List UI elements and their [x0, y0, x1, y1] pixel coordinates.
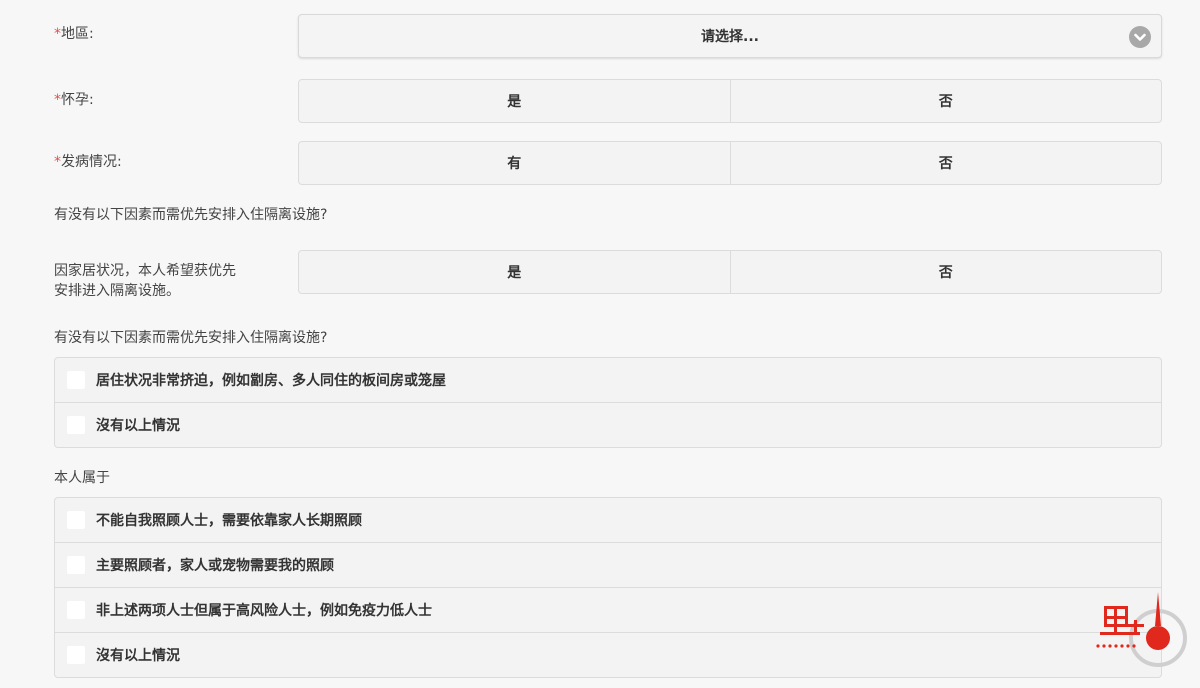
region-label: *地區: [54, 26, 94, 42]
checkbox[interactable] [67, 646, 85, 664]
self-caregiver-option[interactable]: 主要照顾者，家人或宠物需要我的照顾 [55, 542, 1161, 587]
symptoms-yes-option[interactable]: 有 [299, 142, 730, 184]
checkbox[interactable] [67, 556, 85, 574]
housing-crowded-option[interactable]: 居住状况非常挤迫，例如劏房、多人同住的板间房或笼屋 [55, 358, 1161, 402]
home-situation-label: 因家居状况，本人希望获优先 安排进入隔离设施。 [54, 263, 236, 299]
self-none-option[interactable]: 沒有以上情況 [55, 632, 1161, 677]
self-dependent-option[interactable]: 不能自我照顾人士，需要依靠家人长期照顾 [55, 498, 1161, 542]
self-high-risk-option[interactable]: 非上述两项人士但属于高风险人士，例如免疫力低人士 [55, 587, 1161, 632]
symptoms-toggle: 有 否 [298, 141, 1162, 185]
housing-none-option[interactable]: 沒有以上情況 [55, 402, 1161, 447]
pregnant-label: *怀孕: [54, 92, 94, 108]
pregnant-no-option[interactable]: 否 [729, 80, 1162, 122]
checkbox[interactable] [67, 601, 85, 619]
priority-question-2: 有没有以下因素而需优先安排入住隔离设施? [54, 330, 328, 346]
checkbox[interactable] [67, 371, 85, 389]
self-belongs-label: 本人属于 [54, 470, 110, 486]
home-situation-yes-option[interactable]: 是 [299, 251, 730, 293]
checkbox[interactable] [67, 511, 85, 529]
pregnant-toggle: 是 否 [298, 79, 1162, 123]
symptoms-label: *发病情况: [54, 154, 122, 170]
brand-logo-icon [1092, 586, 1188, 672]
checkbox[interactable] [67, 416, 85, 434]
symptoms-no-option[interactable]: 否 [729, 142, 1162, 184]
region-select[interactable]: 请选择... [298, 14, 1162, 58]
home-situation-no-option[interactable]: 否 [729, 251, 1162, 293]
chevron-down-icon [1129, 26, 1151, 48]
quarantine-form: *地區: 请选择... *怀孕: 是 否 *发病情况: 有 否 有没有以下因素而… [0, 0, 1200, 688]
pregnant-yes-option[interactable]: 是 [299, 80, 730, 122]
housing-checklist: 居住状况非常挤迫，例如劏房、多人同住的板间房或笼屋 沒有以上情況 [54, 357, 1162, 448]
priority-question-1: 有没有以下因素而需优先安排入住隔离设施? [54, 207, 328, 223]
self-checklist: 不能自我照顾人士，需要依靠家人长期照顾 主要照顾者，家人或宠物需要我的照顾 非上… [54, 497, 1162, 678]
region-select-value: 请选择... [701, 29, 759, 45]
home-situation-toggle: 是 否 [298, 250, 1162, 294]
